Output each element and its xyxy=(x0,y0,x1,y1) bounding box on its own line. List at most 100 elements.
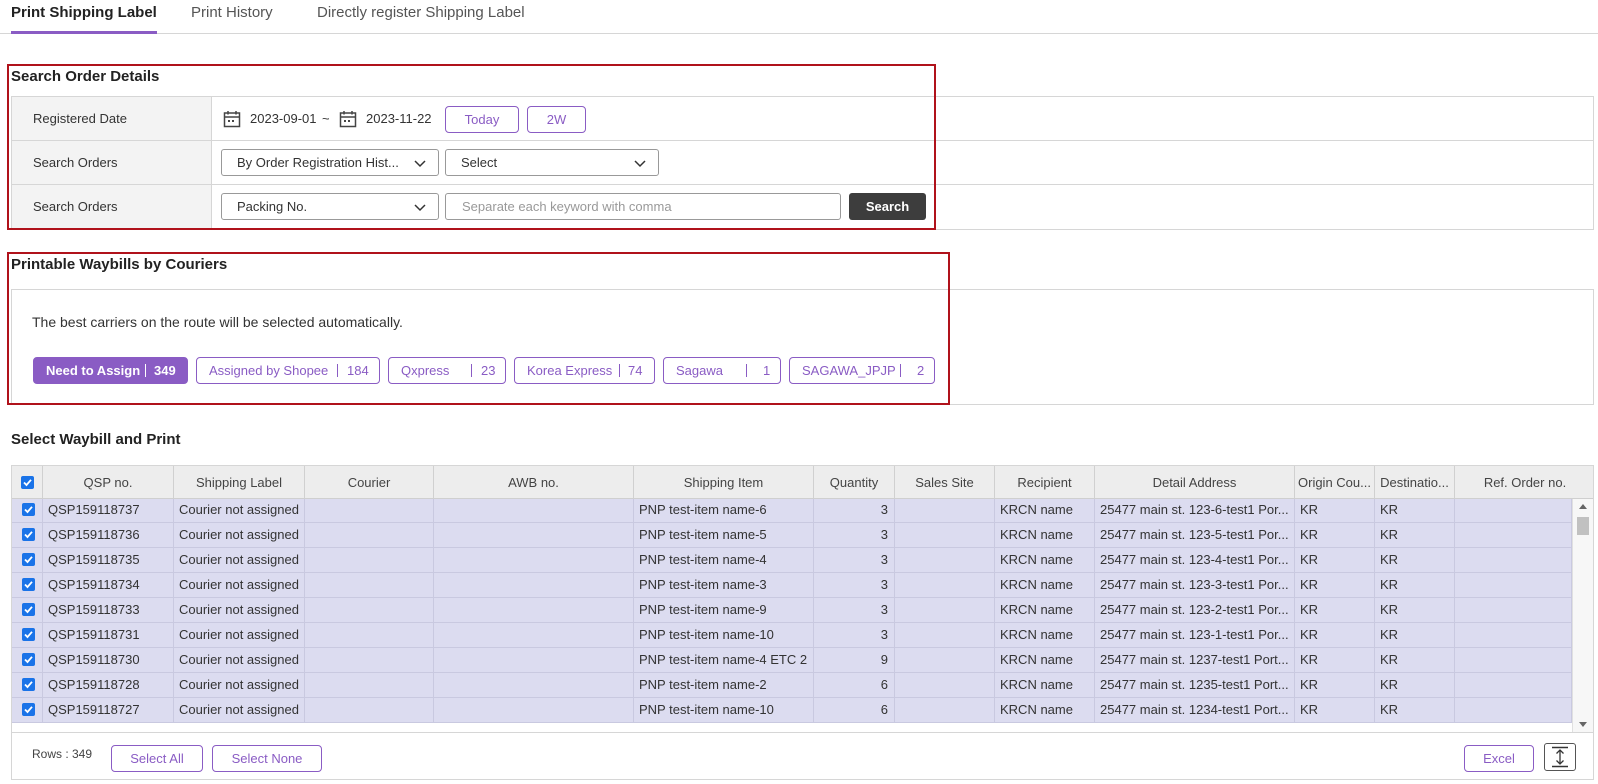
table-row[interactable]: QSP159118735 Courier not assigned PNP test… xyxy=(12,548,1572,573)
cell-courier xyxy=(305,573,434,597)
column-header[interactable]: Quantity xyxy=(814,466,895,499)
cell-qsp: QSP159118735 xyxy=(43,548,174,572)
row-checkbox[interactable] xyxy=(22,503,35,516)
cell-recipient: KRCN name xyxy=(995,598,1095,622)
cell-site xyxy=(895,623,995,647)
table-row[interactable]: QSP159118737 Courier not assigned PNP test… xyxy=(12,499,1572,523)
chevron-down-icon xyxy=(634,160,646,168)
row-checkbox[interactable] xyxy=(22,703,35,716)
checkbox-checked-icon xyxy=(24,531,33,539)
cell-ref xyxy=(1455,548,1572,572)
table-row[interactable]: QSP159118736 Courier not assigned PNP test… xyxy=(12,523,1572,548)
cell-origin: KR xyxy=(1295,648,1375,672)
search-button[interactable]: Search xyxy=(849,193,926,220)
cell-recipient: KRCN name xyxy=(995,499,1095,522)
cell-label: Courier not assigned xyxy=(174,698,305,722)
row-checkbox[interactable] xyxy=(22,553,35,566)
header-checkbox[interactable] xyxy=(21,476,34,489)
row-checkbox[interactable] xyxy=(22,578,35,591)
courier-chip-assigned-by-shopee[interactable]: Assigned by Shopee 184 xyxy=(196,357,380,384)
two-week-button[interactable]: 2W xyxy=(527,106,586,133)
column-header[interactable]: AWB no. xyxy=(434,466,634,499)
courier-chip-sagawa[interactable]: Sagawa 1 xyxy=(663,357,781,384)
expand-vertical-icon xyxy=(1552,746,1568,768)
column-header[interactable]: Detail Address xyxy=(1095,466,1295,499)
cell-qsp: QSP159118733 xyxy=(43,598,174,622)
cell-awb xyxy=(434,698,634,722)
row-select-cell xyxy=(12,573,43,597)
select-all-button[interactable]: Select All xyxy=(111,745,203,772)
expand-grid-button[interactable] xyxy=(1544,743,1576,771)
courier-chip-need-to-assign[interactable]: Need to Assign 349 xyxy=(33,357,188,384)
keyword-type-select[interactable]: Packing No. xyxy=(221,193,439,220)
cell-ref xyxy=(1455,523,1572,547)
cell-ref xyxy=(1455,499,1572,522)
table-row[interactable]: QSP159118731 Courier not assigned PNP test… xyxy=(12,623,1572,648)
search-orders-label: Search Orders xyxy=(12,185,212,229)
courier-chip-korea-express[interactable]: Korea Express 74 xyxy=(514,357,655,384)
table-row[interactable]: QSP159118727 Courier not assigned PNP test… xyxy=(12,698,1572,723)
column-header[interactable]: Destinatio... xyxy=(1375,466,1455,499)
row-checkbox[interactable] xyxy=(22,653,35,666)
row-checkbox[interactable] xyxy=(22,528,35,541)
cell-recipient: KRCN name xyxy=(995,548,1095,572)
cell-qty: 3 xyxy=(814,499,895,522)
cell-site xyxy=(895,523,995,547)
chip-separator xyxy=(746,364,747,377)
row-checkbox[interactable] xyxy=(22,678,35,691)
cell-awb xyxy=(434,623,634,647)
table-row[interactable]: QSP159118730 Courier not assigned PNP test… xyxy=(12,648,1572,673)
tab-print-shipping-label[interactable]: Print Shipping Label xyxy=(11,4,157,34)
column-header[interactable]: Sales Site xyxy=(895,466,995,499)
date-to[interactable]: 2023-11-22 xyxy=(366,111,432,126)
excel-button[interactable]: Excel xyxy=(1464,745,1534,772)
order-sub-select-value: Select xyxy=(461,155,498,170)
column-header[interactable]: Ref. Order no. xyxy=(1455,466,1595,499)
cell-courier xyxy=(305,673,434,697)
cell-item: PNP test-item name-4 ETC 2 xyxy=(634,648,814,672)
scroll-down-icon[interactable] xyxy=(1579,722,1587,727)
table-row[interactable]: QSP159118733 Courier not assigned PNP test… xyxy=(12,598,1572,623)
tab-print-history[interactable]: Print History xyxy=(191,4,273,34)
calendar-icon[interactable] xyxy=(223,110,241,128)
today-button[interactable]: Today xyxy=(445,106,519,133)
checkbox-checked-icon xyxy=(23,479,32,487)
cell-site xyxy=(895,648,995,672)
table-row[interactable]: QSP159118734 Courier not assigned PNP test… xyxy=(12,573,1572,598)
chip-name: Need to Assign xyxy=(46,363,141,378)
chip-name: Qxpress xyxy=(401,363,450,378)
scroll-up-icon[interactable] xyxy=(1579,504,1587,509)
row-checkbox[interactable] xyxy=(22,603,35,616)
checkbox-checked-icon xyxy=(24,506,33,514)
cell-recipient: KRCN name xyxy=(995,648,1095,672)
grid-vertical-scrollbar[interactable] xyxy=(1572,499,1593,732)
cell-qsp: QSP159118734 xyxy=(43,573,174,597)
select-none-button[interactable]: Select None xyxy=(212,745,322,772)
column-header[interactable]: Shipping Item xyxy=(634,466,814,499)
column-header[interactable]: QSP no. xyxy=(43,466,174,499)
scrollbar-thumb[interactable] xyxy=(1577,517,1589,535)
cell-label: Courier not assigned xyxy=(174,573,305,597)
column-header[interactable]: Shipping Label xyxy=(174,466,305,499)
cell-dest: KR xyxy=(1375,648,1455,672)
row-checkbox[interactable] xyxy=(22,628,35,641)
cell-label: Courier not assigned xyxy=(174,548,305,572)
order-type-select[interactable]: By Order Registration Hist... xyxy=(221,149,439,176)
keyword-search-input[interactable]: Separate each keyword with comma xyxy=(445,193,841,220)
table-row[interactable]: QSP159118728 Courier not assigned PNP test… xyxy=(12,673,1572,698)
courier-chip-sagawa-jpjp[interactable]: SAGAWA_JPJP 2 xyxy=(789,357,935,384)
column-header[interactable]: Courier xyxy=(305,466,434,499)
calendar-icon[interactable] xyxy=(339,110,357,128)
chip-name: Korea Express xyxy=(527,363,613,378)
cell-qty: 3 xyxy=(814,548,895,572)
order-sub-select[interactable]: Select xyxy=(445,149,659,176)
select-all-header-cell xyxy=(12,466,43,499)
cell-origin: KR xyxy=(1295,598,1375,622)
row-select-cell xyxy=(12,673,43,697)
cell-origin: KR xyxy=(1295,548,1375,572)
tab-directly-register[interactable]: Directly register Shipping Label xyxy=(317,4,525,34)
column-header[interactable]: Recipient xyxy=(995,466,1095,499)
courier-chip-qxpress[interactable]: Qxpress 23 xyxy=(388,357,506,384)
column-header[interactable]: Origin Cou... xyxy=(1295,466,1375,499)
date-from[interactable]: 2023-09-01 xyxy=(250,111,317,126)
